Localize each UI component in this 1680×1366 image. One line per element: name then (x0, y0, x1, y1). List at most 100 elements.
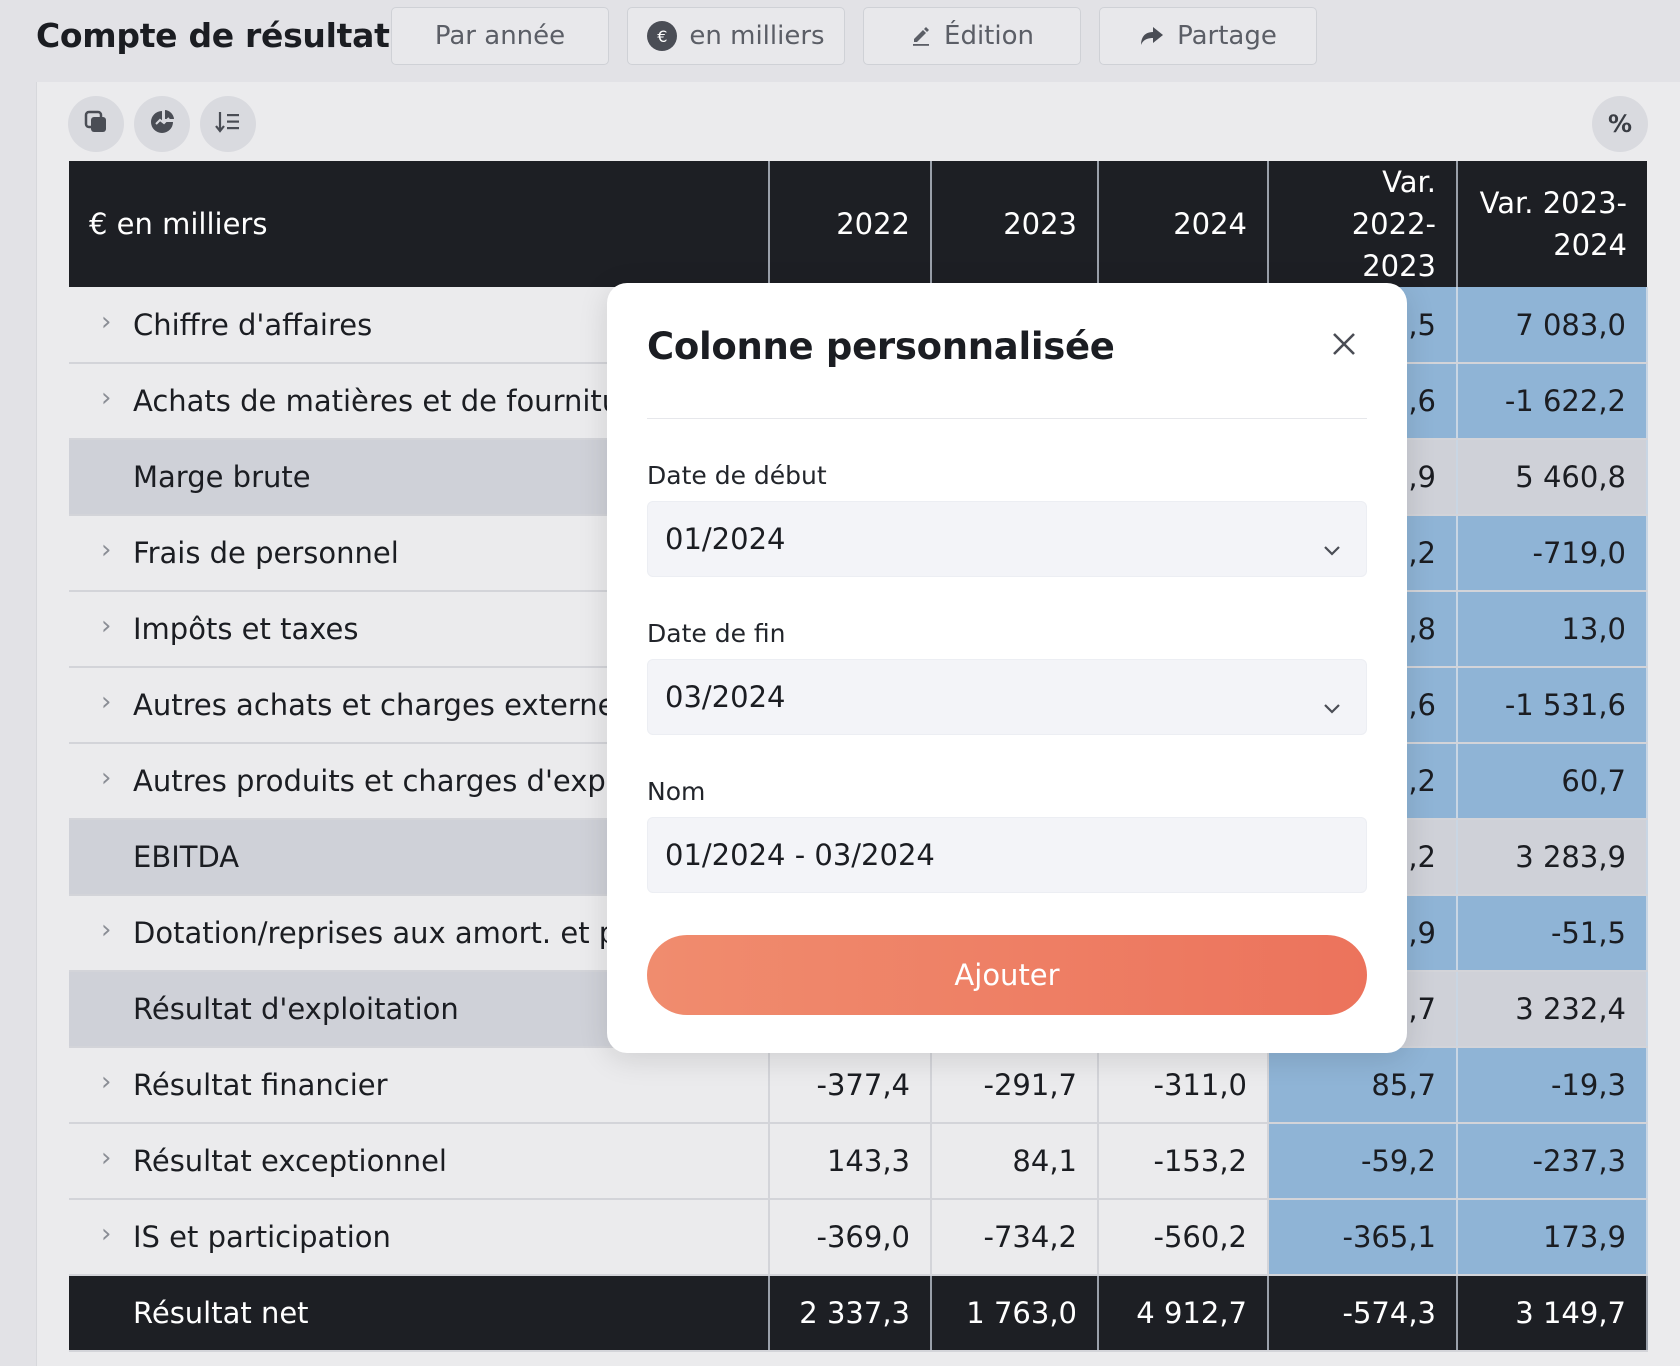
row-value-cell: -237,3 (1457, 1123, 1648, 1200)
chart-settings-button[interactable] (134, 96, 190, 152)
row-value-cell: 3 232,4 (1457, 971, 1648, 1048)
row-value-cell: -574,3 (1268, 1275, 1458, 1352)
row-label: Autres achats et charges externes (133, 688, 631, 722)
row-value-cell: -560,2 (1098, 1199, 1269, 1276)
by-year-button[interactable]: Par année (391, 7, 609, 65)
row-value-cell: 1 763,0 (931, 1275, 1099, 1352)
row-label-cell: › Résultat exceptionnel (69, 1123, 770, 1200)
row-value-cell: 13,0 (1457, 591, 1648, 668)
by-year-label: Par année (434, 21, 566, 51)
row-value-cell: -369,0 (769, 1199, 932, 1276)
pencil-icon (910, 25, 932, 47)
chevron-right-icon[interactable]: › (101, 687, 111, 717)
chevron-down-icon (1322, 688, 1342, 722)
chevron-right-icon[interactable]: › (101, 1143, 111, 1173)
row-value-cell: 3 283,9 (1457, 819, 1648, 896)
start-date-select[interactable]: 01/2024 (647, 501, 1367, 577)
row-value-cell: 7 083,0 (1457, 287, 1648, 364)
chevron-right-icon[interactable]: › (101, 383, 111, 413)
row-value-cell: -291,7 (931, 1047, 1099, 1124)
row-label: Marge brute (133, 460, 311, 494)
row-value-cell: 143,3 (769, 1123, 932, 1200)
row-label: Frais de personnel (133, 536, 399, 570)
row-value-cell: -59,2 (1268, 1123, 1458, 1200)
chevron-right-icon[interactable]: › (101, 1067, 111, 1097)
row-value-cell: -365,1 (1268, 1199, 1458, 1276)
row-value-cell: 2 337,3 (769, 1275, 932, 1352)
row-label: IS et participation (133, 1220, 391, 1254)
row-value-cell: 4 912,7 (1098, 1275, 1269, 1352)
modal-title: Colonne personnalisée (647, 325, 1115, 368)
custom-column-modal: Colonne personnalisée Date de début 01/2… (607, 283, 1407, 1053)
row-label: Résultat exceptionnel (133, 1144, 447, 1178)
end-date-value: 03/2024 (665, 680, 786, 714)
page-title: Compte de résultat (36, 16, 390, 55)
chevron-down-icon (1322, 530, 1342, 564)
row-label: Impôts et taxes (133, 612, 359, 646)
row-value-cell: -153,2 (1098, 1123, 1269, 1200)
thousands-button[interactable]: € en milliers (627, 7, 845, 65)
row-value-cell: 60,7 (1457, 743, 1648, 820)
sort-button[interactable] (200, 96, 256, 152)
table-row: Résultat net 2 337,3 1 763,0 4 912,7 -574,3 3… (69, 1275, 1648, 1352)
close-button[interactable] (1325, 327, 1363, 365)
modal-divider (647, 418, 1367, 419)
row-label-cell: Résultat net (69, 1275, 770, 1352)
copy-button[interactable] (68, 96, 124, 152)
edit-label: Édition (944, 21, 1034, 51)
share-button[interactable]: Partage (1099, 7, 1317, 65)
row-label: Achats de matières et de fournitures (133, 384, 665, 418)
row-label-cell: › IS et participation (69, 1199, 770, 1276)
column-header-2024[interactable]: 2024 (1098, 161, 1269, 287)
close-icon (1331, 331, 1357, 361)
chevron-right-icon[interactable]: › (101, 1219, 111, 1249)
end-date-select[interactable]: 03/2024 (647, 659, 1367, 735)
row-value-cell: 3 149,7 (1457, 1275, 1648, 1352)
start-date-value: 01/2024 (665, 522, 786, 556)
add-button[interactable]: Ajouter (647, 935, 1367, 1015)
table-row[interactable]: › IS et participation -369,0 -734,2 -560,2 -3… (69, 1199, 1648, 1276)
row-label: Résultat financier (133, 1068, 388, 1102)
euro-circle-icon: € (647, 21, 678, 51)
share-label: Partage (1177, 21, 1277, 51)
edit-button[interactable]: Édition (863, 7, 1081, 65)
start-date-label: Date de début (647, 461, 827, 490)
row-label-cell: › Résultat financier (69, 1047, 770, 1124)
column-header-var-2022-2023[interactable]: Var. 2022-2023 (1268, 161, 1458, 287)
percent-label: % (1607, 110, 1633, 138)
row-label: Chiffre d'affaires (133, 307, 373, 342)
row-value-cell: -1 531,6 (1457, 667, 1648, 744)
copy-icon (82, 108, 110, 140)
chevron-right-icon[interactable]: › (101, 611, 111, 641)
table-row[interactable]: › Résultat exceptionnel 143,3 84,1 -153,2 -59… (69, 1123, 1648, 1200)
row-value-cell: -51,5 (1457, 895, 1648, 972)
thousands-label: en milliers (689, 21, 825, 51)
table-row[interactable]: › Résultat financier -377,4 -291,7 -311,0 85,… (69, 1047, 1648, 1124)
chevron-right-icon[interactable]: › (101, 307, 111, 337)
chart-settings-icon (148, 108, 176, 140)
column-header-2023[interactable]: 2023 (931, 161, 1099, 287)
row-value-cell: -719,0 (1457, 515, 1648, 592)
chevron-right-icon[interactable]: › (101, 915, 111, 945)
chevron-right-icon[interactable]: › (101, 535, 111, 565)
sort-list-icon (214, 108, 242, 140)
row-value-cell: 84,1 (931, 1123, 1099, 1200)
row-label: EBITDA (133, 840, 240, 874)
row-value-cell: 173,9 (1457, 1199, 1648, 1276)
name-label: Nom (647, 777, 706, 806)
column-header-var-2023-2024[interactable]: Var. 2023-2024 (1457, 161, 1647, 287)
row-label: Résultat d'exploitation (133, 992, 459, 1026)
share-arrow-icon (1139, 25, 1165, 47)
row-value-cell: -377,4 (769, 1047, 932, 1124)
row-value-cell: -19,3 (1457, 1047, 1648, 1124)
row-value-cell: -1 622,2 (1457, 363, 1648, 440)
chevron-right-icon[interactable]: › (101, 763, 111, 793)
row-value-cell: -734,2 (931, 1199, 1099, 1276)
name-input[interactable]: 01/2024 - 03/2024 (647, 817, 1367, 893)
column-header-2022[interactable]: 2022 (769, 161, 932, 287)
percent-toggle[interactable]: % (1592, 96, 1648, 152)
row-value-cell: 5 460,8 (1457, 439, 1648, 516)
row-value-cell: 85,7 (1268, 1047, 1458, 1124)
table-header-row: € en milliers 2022 2023 2024 Var. 2022-2… (69, 161, 1647, 287)
end-date-label: Date de fin (647, 619, 786, 648)
